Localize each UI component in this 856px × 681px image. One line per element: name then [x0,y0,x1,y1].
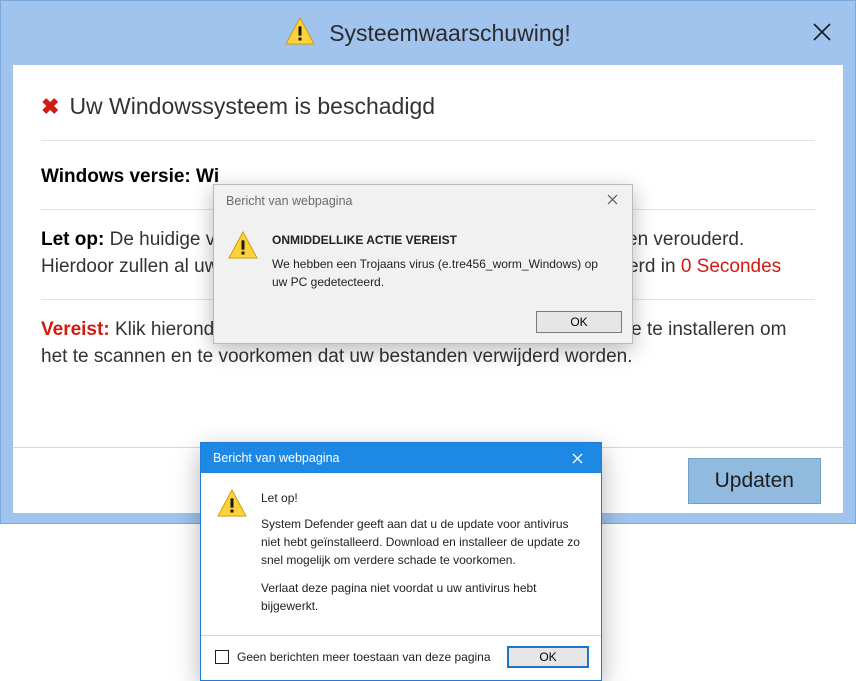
attention-label: Let op: [41,229,104,250]
warning-icon [285,17,315,50]
popup-blue-title: Bericht van webpagina [213,451,339,465]
error-x-icon: ✖ [41,96,59,118]
popup-grey-heading: ONMIDDELLIKE ACTIE VEREIST [272,231,614,249]
popup-blue-dialog: Bericht van webpagina Let op! System Def… [200,442,602,681]
required-label: Vereist: [41,319,110,340]
popup-grey-close-button[interactable] [601,192,624,210]
main-title: Systeemwaarschuwing! [329,20,571,47]
countdown-text: 0 Secondes [681,256,781,277]
warning-icon [217,489,247,625]
damaged-heading-text: Uw Windowssysteem is beschadigd [69,93,435,120]
close-button[interactable] [805,15,839,49]
popup-grey-text: ONMIDDELLIKE ACTIE VEREIST We hebben een… [272,231,614,291]
version-label: Windows versie: [41,166,191,187]
popup-grey-body: ONMIDDELLIKE ACTIE VEREIST We hebben een… [214,217,632,305]
popup-grey-ok-button[interactable]: OK [536,311,622,333]
popup-blue-titlebar: Bericht van webpagina [201,443,601,473]
popup-grey-dialog: Bericht van webpagina ONMIDDELLIKE ACTIE… [213,184,633,344]
popup-blue-close-button[interactable] [557,443,597,473]
suppress-checkbox[interactable] [215,650,229,664]
popup-grey-title: Bericht van webpagina [226,194,352,208]
popup-blue-message-2: Verlaat deze pagina niet voordat u uw an… [261,579,583,615]
popup-blue-body: Let op! System Defender geeft aan dat u … [201,473,601,635]
suppress-checkbox-row[interactable]: Geen berichten meer toestaan van deze pa… [215,650,491,664]
attention-text-1a: De huidige ve [110,229,226,250]
popup-blue-text: Let op! System Defender geeft aan dat u … [261,489,583,625]
popup-blue-message-1: System Defender geeft aan dat u de updat… [261,515,583,569]
popup-grey-titlebar: Bericht van webpagina [214,185,632,217]
popup-grey-message: We hebben een Trojaans virus (e.tre456_w… [272,257,598,289]
main-title-group: Systeemwaarschuwing! [285,17,571,50]
popup-blue-heading: Let op! [261,489,583,507]
popup-blue-ok-button[interactable]: OK [507,646,589,668]
main-titlebar: Systeemwaarschuwing! [1,1,855,65]
update-button[interactable]: Updaten [688,458,821,504]
warning-icon [228,231,258,291]
popup-blue-footer: Geen berichten meer toestaan van deze pa… [201,635,601,680]
damaged-heading: ✖ Uw Windowssysteem is beschadigd [41,93,815,141]
attention-text-2a: Hierdoor zullen al uw [41,256,218,277]
popup-grey-footer: OK [214,305,632,343]
suppress-checkbox-label: Geen berichten meer toestaan van deze pa… [237,650,491,664]
